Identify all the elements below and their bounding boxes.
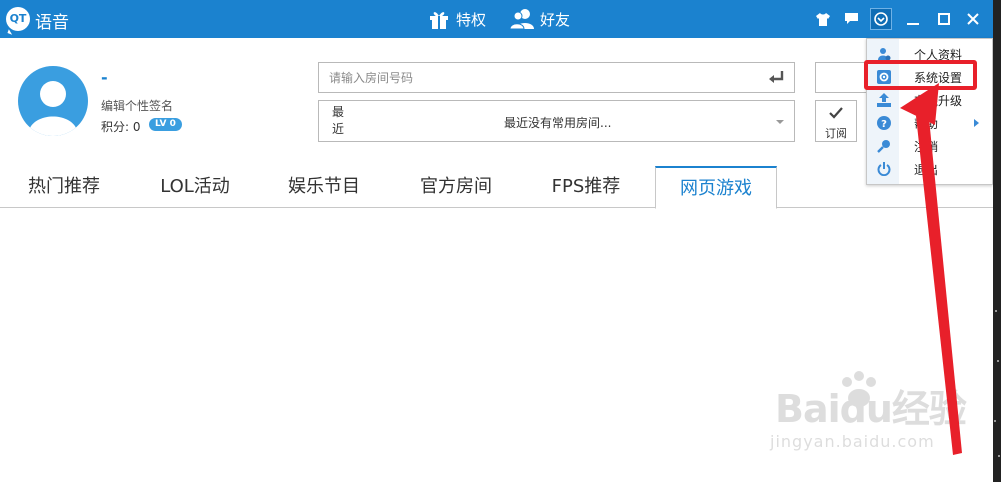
menu-toggle-icon xyxy=(874,12,888,26)
username[interactable]: - xyxy=(101,68,108,87)
menu-item-label: 退出 xyxy=(914,163,939,177)
friends-nav-label: 好友 xyxy=(540,10,571,29)
baidu-watermark: Baidu经验 jingyan.baidu.com xyxy=(745,370,975,470)
friends-icon xyxy=(510,9,534,30)
level-badge: LV 0 xyxy=(149,118,182,131)
recent-rooms-dropdown[interactable]: 最近 最近没有常用房间... xyxy=(318,100,795,142)
privilege-nav-button[interactable]: 特权 xyxy=(428,6,486,32)
help-icon: ? xyxy=(877,116,891,130)
message-icon xyxy=(844,13,858,24)
recent-rooms-text: 最近没有常用房间... xyxy=(504,116,612,130)
background-strip xyxy=(993,0,1001,482)
menu-item-logout[interactable]: 注销 xyxy=(867,134,993,157)
close-button[interactable] xyxy=(962,8,984,30)
menu-item-label: 帮助 xyxy=(914,117,939,131)
minimize-button[interactable] xyxy=(902,8,924,30)
default-avatar-icon xyxy=(28,81,78,136)
enter-icon[interactable] xyxy=(768,71,784,85)
annotation-highlight-box xyxy=(864,60,977,90)
tab-entertainment[interactable]: 娱乐节目 xyxy=(282,166,366,208)
maximize-icon xyxy=(938,13,950,25)
category-tabs: 热门推荐 LOL活动 娱乐节目 官方房间 FPS推荐 网页游戏 xyxy=(0,166,993,209)
avatar[interactable] xyxy=(18,66,88,136)
menu-item-label: 在线升级 xyxy=(914,94,963,108)
gift-icon xyxy=(430,12,448,29)
watermark-url: jingyan.baidu.com xyxy=(770,432,935,451)
submenu-arrow-icon xyxy=(974,119,979,127)
tab-hot-recommend[interactable]: 热门推荐 xyxy=(22,166,106,208)
subscribe-button[interactable]: 订阅 xyxy=(815,100,857,142)
room-search-box xyxy=(318,62,795,93)
menu-item-label: 注销 xyxy=(914,140,939,154)
check-icon xyxy=(829,107,843,119)
tab-lol-events[interactable]: LOL活动 xyxy=(151,166,239,208)
room-number-input[interactable] xyxy=(329,63,749,92)
watermark-brand: Baidu经验 xyxy=(775,387,967,431)
privilege-nav-label: 特权 xyxy=(456,10,487,29)
tab-web-games[interactable]: 网页游戏 xyxy=(655,166,777,209)
upgrade-icon xyxy=(877,93,891,107)
profile-icon xyxy=(878,48,891,61)
menu-item-exit[interactable]: 退出 xyxy=(867,157,993,180)
svg-text:?: ? xyxy=(881,119,887,130)
friends-nav-button[interactable]: 好友 xyxy=(510,6,570,32)
recent-label: 最近 xyxy=(332,105,345,136)
maximize-button[interactable] xyxy=(933,8,955,30)
signature-link[interactable]: 编辑个性签名 xyxy=(101,97,173,114)
minimize-icon xyxy=(907,23,919,25)
close-icon xyxy=(967,13,979,25)
skin-button[interactable] xyxy=(812,8,834,30)
menu-item-upgrade[interactable]: 在线升级 xyxy=(867,88,993,111)
tab-fps-recommend[interactable]: FPS推荐 xyxy=(544,166,628,208)
message-button[interactable] xyxy=(840,8,862,30)
title-bar: QT 语音 特权 好友 xyxy=(0,0,993,38)
main-menu-button[interactable] xyxy=(870,8,892,30)
menu-item-help[interactable]: ? 帮助 xyxy=(867,111,993,134)
app-logo: QT xyxy=(6,7,30,31)
shirt-icon xyxy=(816,12,830,26)
power-icon xyxy=(877,162,891,176)
tab-official-rooms[interactable]: 官方房间 xyxy=(414,166,498,208)
app-window: QT 语音 特权 好友 - 编辑个性签名 积分: 0 LV 0 请输入房间号码 … xyxy=(0,0,993,482)
app-title: 语音 xyxy=(35,13,69,33)
key-icon xyxy=(877,140,890,153)
subscribe-label: 订阅 xyxy=(825,127,847,140)
points-label: 积分: 0 xyxy=(101,120,141,134)
chevron-down-icon xyxy=(776,120,784,124)
